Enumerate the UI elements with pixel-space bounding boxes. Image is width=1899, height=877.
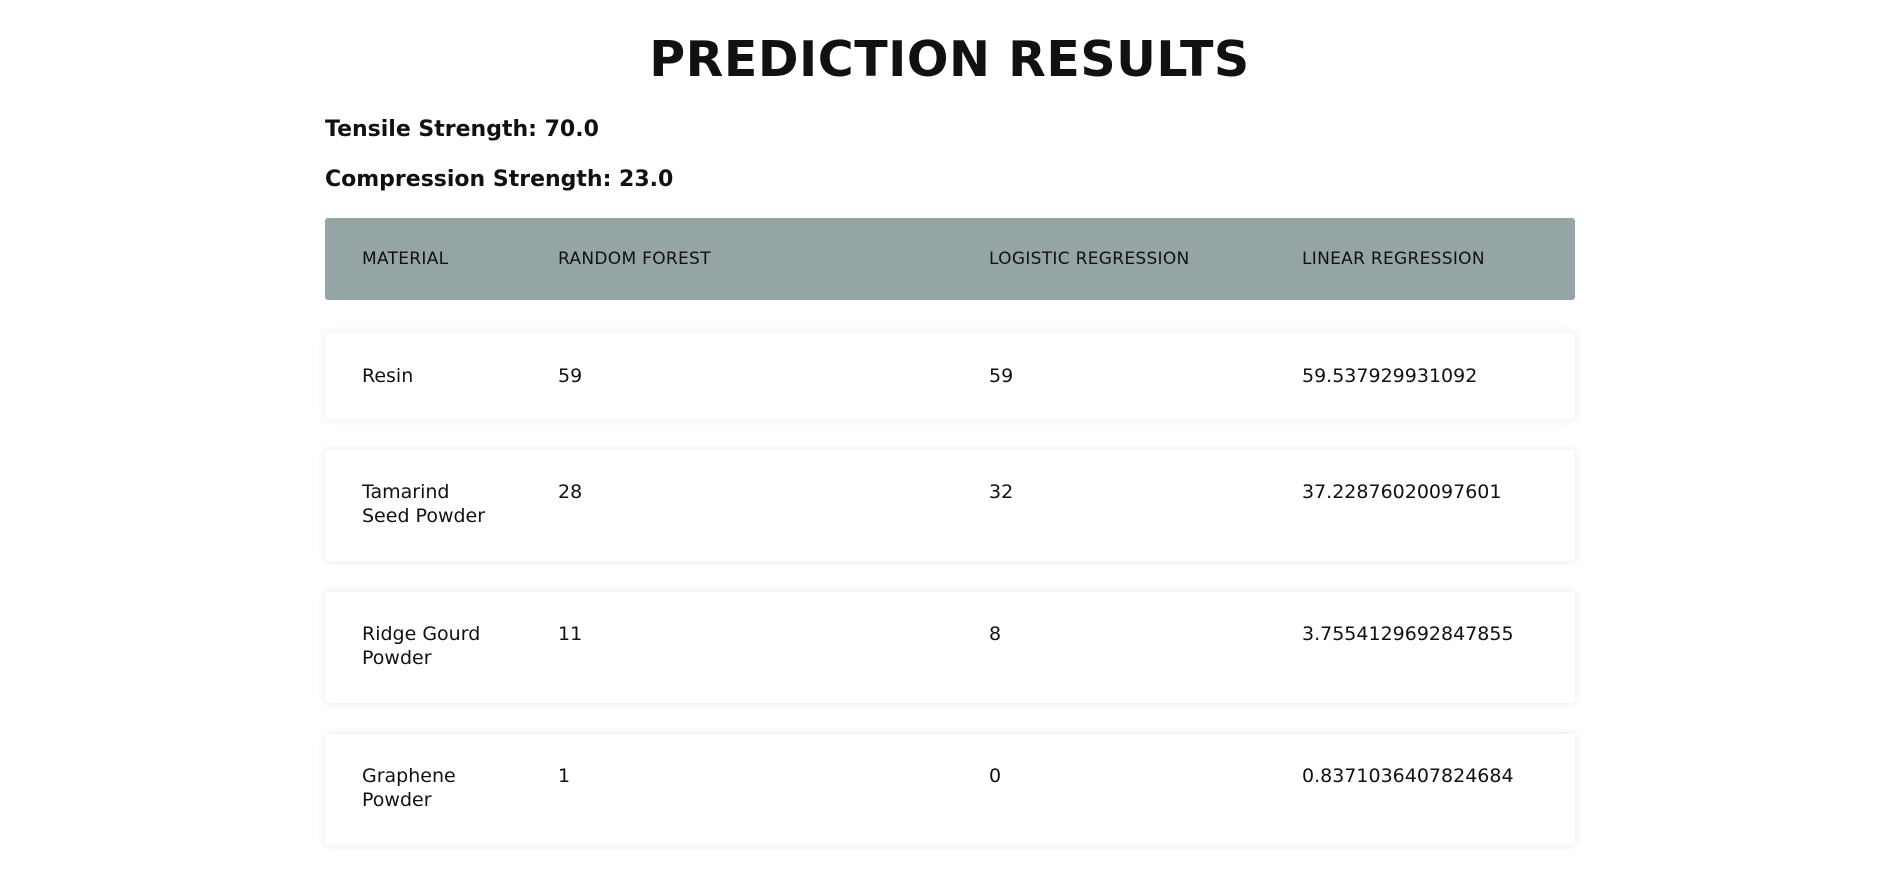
random-forest-cell: 11	[558, 623, 583, 645]
logistic-regression-cell: 0	[989, 765, 1002, 787]
tensile-strength-label: Tensile Strength: 70.0	[325, 117, 599, 142]
material-cell: Graphene Powder	[362, 765, 456, 811]
header-linear-regression: LINEAR REGRESSION	[1302, 249, 1485, 269]
table-row: Ridge Gourd Powder 11 8 3.75541296928478…	[325, 592, 1575, 703]
page-title: PREDICTION RESULTS	[649, 31, 1250, 88]
logistic-regression-cell: 8	[989, 623, 1002, 645]
logistic-regression-cell: 59	[989, 365, 1014, 387]
logistic-regression-cell: 32	[989, 481, 1014, 503]
table-header-row: MATERIAL RANDOM FOREST LOGISTIC REGRESSI…	[325, 218, 1575, 300]
table-row: Tamarind Seed Powder 28 32 37.2287602009…	[325, 450, 1575, 561]
linear-regression-cell: 37.22876020097601	[1302, 481, 1502, 503]
header-material: MATERIAL	[362, 249, 449, 269]
random-forest-cell: 28	[558, 481, 583, 503]
header-random-forest: RANDOM FOREST	[558, 249, 711, 269]
compression-strength-label: Compression Strength: 23.0	[325, 167, 674, 192]
material-cell: Resin	[362, 365, 414, 387]
random-forest-cell: 59	[558, 365, 583, 387]
table-row: Resin 59 59 59.537929931092	[325, 333, 1575, 419]
prediction-results-page: PREDICTION RESULTS Tensile Strength: 70.…	[0, 0, 1899, 877]
linear-regression-cell: 0.8371036407824684	[1302, 765, 1514, 787]
material-cell: Ridge Gourd Powder	[362, 623, 481, 669]
table-row: Graphene Powder 1 0 0.8371036407824684	[325, 734, 1575, 845]
material-cell: Tamarind Seed Powder	[362, 481, 486, 527]
random-forest-cell: 1	[558, 765, 571, 787]
linear-regression-cell: 59.537929931092	[1302, 365, 1478, 387]
results-table: MATERIAL RANDOM FOREST LOGISTIC REGRESSI…	[325, 218, 1575, 845]
linear-regression-cell: 3.7554129692847855	[1302, 623, 1514, 645]
header-logistic-regression: LOGISTIC REGRESSION	[989, 249, 1190, 269]
